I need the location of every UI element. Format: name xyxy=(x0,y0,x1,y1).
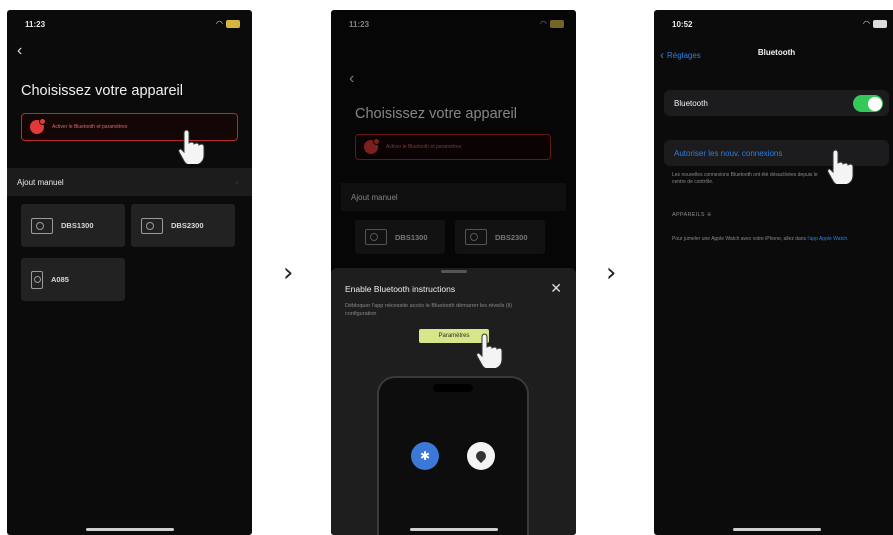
home-indicator xyxy=(85,528,174,531)
apple-watch-app-link[interactable]: l'app Apple Watch. xyxy=(807,236,848,242)
tap-hand-icon xyxy=(178,129,205,164)
status-time: 10:52 xyxy=(672,20,693,29)
bluetooth-row: Bluetooth xyxy=(664,90,889,116)
tap-hand-icon xyxy=(827,149,854,184)
phone-notch xyxy=(433,384,473,392)
back-button[interactable]: ‹ xyxy=(17,42,22,60)
device-name: DBS2300 xyxy=(171,221,204,230)
step-arrow-icon: › xyxy=(606,258,617,288)
enable-bluetooth-banner[interactable]: Activer le Bluetooth et paramètres xyxy=(21,113,238,141)
apple-watch-note: Pour jumeler une Apple Watch avec votre … xyxy=(672,236,849,242)
manual-add-section[interactable]: Ajout manuel › xyxy=(7,168,252,196)
bluetooth-alert-icon xyxy=(30,118,46,134)
home-indicator xyxy=(409,528,498,531)
bluetooth-instructions-sheet: Enable Bluetooth instructions ✕ Débloque… xyxy=(331,268,576,535)
tap-hand-icon xyxy=(476,333,503,368)
device-name: A085 xyxy=(51,275,69,284)
safe-icon xyxy=(31,270,43,289)
allow-connections-label: Autoriser les nouv. connexions xyxy=(674,148,783,158)
device-card[interactable]: DBS2300 xyxy=(131,204,235,247)
phone-screen-2: 11:23 ◠ ‹ Choisissez votre appareil Acti… xyxy=(331,10,576,535)
safe-icon xyxy=(31,217,53,234)
device-name: DBS1300 xyxy=(61,221,94,230)
section-label: Ajout manuel xyxy=(17,177,64,187)
status-bar: 10:52 ◠ xyxy=(654,18,893,32)
status-icons: ◠ xyxy=(863,19,887,28)
sheet-grabber[interactable] xyxy=(440,270,467,273)
wifi-icon: ◠ xyxy=(863,19,870,28)
battery-icon xyxy=(873,19,887,28)
status-icons: ◠ xyxy=(216,19,240,28)
safe-icon xyxy=(141,217,163,234)
phone-screen-3: 10:52 ◠ ‹ Réglages Bluetooth Bluetooth A… xyxy=(654,10,893,535)
page-title: Choisissez votre appareil xyxy=(21,83,183,99)
battery-icon xyxy=(226,19,240,28)
bluetooth-toggle[interactable] xyxy=(853,95,883,112)
chevron-right-icon: › xyxy=(235,177,238,187)
sheet-title: Enable Bluetooth instructions xyxy=(345,284,456,294)
nav-title: Bluetooth xyxy=(757,48,796,57)
step-arrow-icon: › xyxy=(283,258,294,288)
close-icon[interactable]: ✕ xyxy=(550,280,562,297)
home-indicator xyxy=(732,528,821,531)
wifi-icon: ◠ xyxy=(216,19,223,28)
loading-spinner-icon: ⁜ xyxy=(706,212,712,218)
location-icon xyxy=(467,442,495,470)
device-card[interactable]: DBS1300 xyxy=(21,204,125,247)
device-card[interactable]: A085 xyxy=(21,258,125,301)
sheet-description: Débloquer l'app nécessite accès le Bluet… xyxy=(345,303,513,317)
navigation-bar: ‹ Réglages Bluetooth xyxy=(654,44,893,64)
allow-connections-row[interactable]: Autoriser les nouv. connexions xyxy=(664,140,889,166)
phone-screen-1: 11:23 ◠ ‹ Choisissez votre appareil Acti… xyxy=(7,10,252,535)
status-time: 11:23 xyxy=(25,20,46,29)
bluetooth-icon: ✱ xyxy=(411,442,439,470)
footnote: Les nouvelles connexions Bluetooth ont é… xyxy=(672,172,818,185)
bluetooth-label: Bluetooth xyxy=(674,98,708,108)
status-bar: 11:23 ◠ xyxy=(7,18,252,32)
devices-header: APPAREILS ⁜ xyxy=(672,212,712,218)
phone-illustration: ✱ xyxy=(377,376,529,535)
banner-text: Activer le Bluetooth et paramètres xyxy=(52,124,128,130)
